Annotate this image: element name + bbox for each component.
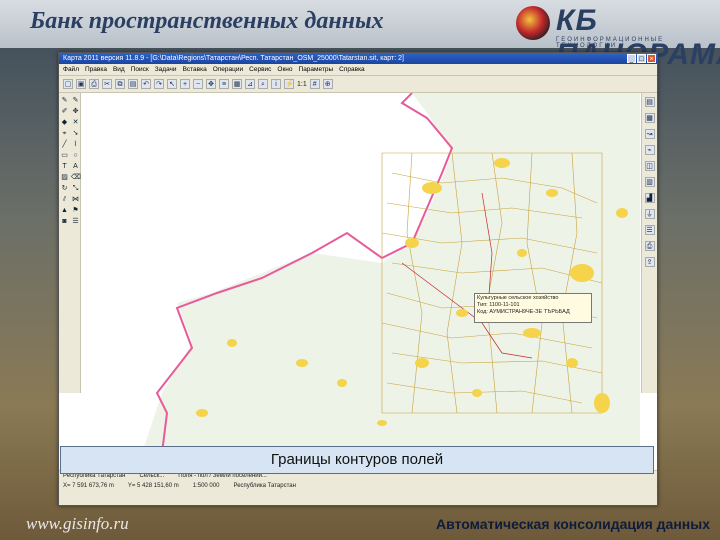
list-icon[interactable]: ☰ xyxy=(644,225,655,235)
cut-icon[interactable]: ✂ xyxy=(102,79,112,89)
snap-icon[interactable]: ⌖ xyxy=(60,129,69,138)
coords-icon[interactable]: ⊕ xyxy=(322,79,333,89)
layers-icon[interactable]: ≡ xyxy=(219,79,229,89)
node-icon[interactable]: ◆ xyxy=(60,118,69,127)
slide-header: Банк пространственных данных КБ ПАНОРАМА… xyxy=(0,0,720,71)
status-row-2: X= 7 591 673,76 m Y= 5 428 151,60 m 1:50… xyxy=(59,481,657,491)
pan-icon[interactable]: ✥ xyxy=(206,79,216,89)
info-icon[interactable]: i xyxy=(271,79,281,89)
map-canvas[interactable] xyxy=(82,93,640,453)
scale-icon[interactable]: ⤡ xyxy=(71,184,80,193)
menu-tasks[interactable]: Задачи xyxy=(155,64,177,75)
select-icon[interactable]: ↖ xyxy=(167,79,177,89)
print-icon[interactable]: ⎙ xyxy=(89,79,99,89)
book-icon[interactable]: ▤ xyxy=(644,97,655,107)
status-scale: 1:500 000 xyxy=(192,483,220,489)
graph-icon[interactable]: ⌁ xyxy=(644,145,655,155)
circle-icon[interactable]: ○ xyxy=(71,151,80,160)
text-icon[interactable]: T xyxy=(60,162,69,171)
export-icon[interactable]: ⇪ xyxy=(644,257,655,267)
flag-icon[interactable]: ⚑ xyxy=(71,206,80,215)
company-logo: КБ ПАНОРАМА ГЕОИНФОРМАЦИОННЫЕ ТЕХНОЛОГИИ xyxy=(516,4,720,71)
zoom-out-icon[interactable]: − xyxy=(193,79,203,89)
close-button[interactable]: × xyxy=(647,54,656,63)
paste-icon[interactable]: ▤ xyxy=(128,79,138,89)
open-icon[interactable]: ▢ xyxy=(63,79,73,89)
legend-icon[interactable]: ▦ xyxy=(232,79,242,89)
copy-icon[interactable]: ⧉ xyxy=(115,79,125,89)
menu-help[interactable]: Справка xyxy=(339,64,365,75)
logo-subtitle: ГЕОИНФОРМАЦИОННЫЕ ТЕХНОЛОГИИ xyxy=(556,37,665,49)
fill-icon[interactable]: ▨ xyxy=(60,173,69,182)
arrow-icon[interactable]: ➘ xyxy=(71,129,80,138)
layers-icon[interactable]: ☰ xyxy=(71,217,80,226)
window-title: Карта 2011 версия 11.8.9 - [G:\Data\Regi… xyxy=(63,55,404,62)
rect-icon[interactable]: ▭ xyxy=(60,151,69,160)
pen-icon[interactable]: ✎ xyxy=(71,96,80,105)
minimize-button[interactable]: _ xyxy=(627,54,636,63)
window-titlebar[interactable]: Карта 2011 версия 11.8.9 - [G:\Data\Regi… xyxy=(59,53,657,64)
save-icon[interactable]: ▣ xyxy=(76,79,86,89)
tooltip-line: Код: АУМИСТРАН9ЧЕ-ЗЕ ТЪРЬБАД xyxy=(477,309,570,315)
tri-icon[interactable]: ▲ xyxy=(60,206,69,215)
footer-text: Автоматическая консолидация данных xyxy=(436,516,710,532)
tooltip-line: Культурные сельское хозяйство xyxy=(477,295,559,301)
label-icon[interactable]: A xyxy=(71,162,80,171)
object-tooltip: Культурные сельское хозяйство Тип: 1100-… xyxy=(474,293,592,323)
left-toolbox: ✎ ✎ ✐ ✥ ◆ ✕ ⌖ ➘ ╱ ⌇ ▭ ○ T A ▨ ⌫ ↻ ⤡ ⫽ ⋈ … xyxy=(59,93,81,393)
status-y: Y= 5 428 151,60 m xyxy=(127,483,179,489)
slide-title: Банк пространственных данных xyxy=(30,8,384,34)
lightning-icon[interactable]: ⚡ xyxy=(284,79,294,89)
menu-file[interactable]: Файл xyxy=(63,64,79,75)
status-x: X= 7 591 673,76 m xyxy=(63,483,114,489)
menu-search[interactable]: Поиск xyxy=(131,64,149,75)
main-toolbar: ▢ ▣ ⎙ ✂ ⧉ ▤ ↶ ↷ ↖ + − ✥ ≡ ▦ ⊿ ⌕ i ⚡ 1:1 … xyxy=(59,76,657,93)
polyline-icon[interactable]: ⌇ xyxy=(71,140,80,149)
tooltip-line: Тип: 1100-11-101 xyxy=(477,302,520,308)
merge-icon[interactable]: ⋈ xyxy=(71,195,80,204)
zoom-label[interactable]: 1:1 xyxy=(297,81,307,88)
pen-icon[interactable]: ✎ xyxy=(60,96,69,105)
menu-view[interactable]: Вид xyxy=(113,64,125,75)
region-area xyxy=(142,93,640,453)
db-icon[interactable]: ◫ xyxy=(644,161,655,171)
status-bar: Республика Татарстан Сельск... Поля - по… xyxy=(59,470,657,505)
print-icon[interactable]: ⎙ xyxy=(644,241,655,251)
split-icon[interactable]: ⫽ xyxy=(60,195,69,204)
filter-icon[interactable]: ⏚ xyxy=(644,209,655,219)
map-icon[interactable]: ▦ xyxy=(644,113,655,123)
grid-icon[interactable]: # xyxy=(309,79,320,89)
slide-caption: Границы контуров полей xyxy=(60,446,654,474)
menu-insert[interactable]: Вставка xyxy=(183,64,207,75)
measure-icon[interactable]: ⊿ xyxy=(245,79,255,89)
route-icon[interactable]: ↝ xyxy=(644,129,655,139)
logo-emblem-icon xyxy=(516,6,550,40)
gis-app-window: Карта 2011 версия 11.8.9 - [G:\Data\Regi… xyxy=(58,52,658,506)
search-icon[interactable]: ⌕ xyxy=(258,79,268,89)
erase-icon[interactable]: ⌫ xyxy=(71,173,81,182)
rotate-icon[interactable]: ↻ xyxy=(60,184,69,193)
map-svg xyxy=(142,93,640,453)
right-toolbox: ▤ ▦ ↝ ⌁ ◫ ▥ ▟ ⏚ ☰ ⎙ ⇪ xyxy=(641,93,657,393)
undo-icon[interactable]: ↶ xyxy=(141,79,151,89)
menu-window[interactable]: Окно xyxy=(277,64,292,75)
footer-url[interactable]: www.gisinfo.ru xyxy=(26,514,129,534)
chart-icon[interactable]: ▟ xyxy=(644,193,655,203)
move-icon[interactable]: ✥ xyxy=(71,107,80,116)
zoom-in-icon[interactable]: + xyxy=(180,79,190,89)
menu-bar: Файл Правка Вид Поиск Задачи Вставка Опе… xyxy=(59,64,657,76)
menu-service[interactable]: Сервис xyxy=(249,64,271,75)
menu-parameters[interactable]: Параметры xyxy=(299,64,334,75)
window-controls: _ □ × xyxy=(627,54,656,63)
menu-edit[interactable]: Правка xyxy=(85,64,107,75)
edit-icon[interactable]: ✐ xyxy=(60,107,69,116)
menu-operations[interactable]: Операции xyxy=(213,64,243,75)
cross-icon[interactable]: ✕ xyxy=(71,118,80,127)
maximize-button[interactable]: □ xyxy=(637,54,646,63)
camera-icon[interactable]: ◙ xyxy=(60,217,69,226)
line-icon[interactable]: ╱ xyxy=(60,140,69,149)
table-icon[interactable]: ▥ xyxy=(644,177,655,187)
status-map-name: Республика Татарстан xyxy=(233,483,296,489)
redo-icon[interactable]: ↷ xyxy=(154,79,164,89)
